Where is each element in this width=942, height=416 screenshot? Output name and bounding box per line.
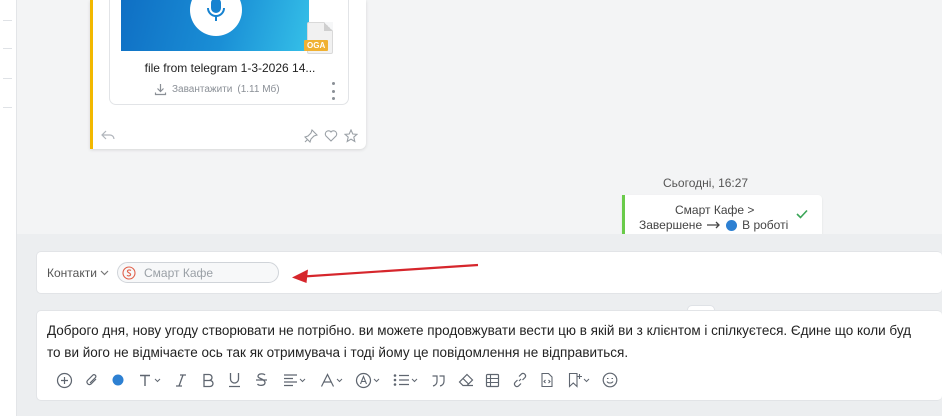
event-status-line: Завершене В роботі (639, 218, 788, 232)
recipient-chip[interactable]: Смарт Кафе (117, 262, 279, 283)
event-title[interactable]: Смарт Кафе > (675, 203, 754, 217)
file-size: (1.11 Мб) (237, 84, 280, 95)
quote-icon[interactable] (425, 369, 452, 391)
annotation-arrow-icon (292, 263, 479, 283)
strikethrough-icon[interactable] (248, 369, 275, 391)
left-rail (0, 0, 17, 416)
font-icon[interactable] (313, 369, 349, 391)
message-text-line: то ви його не відмічаєте ось так як отри… (47, 345, 629, 360)
eraser-icon[interactable] (452, 369, 479, 391)
message-text[interactable]: Доброго дня, нову угоду створювати не по… (47, 320, 942, 364)
font-style-icon[interactable] (349, 369, 385, 391)
pin-icon[interactable] (304, 129, 318, 143)
align-icon[interactable] (275, 369, 313, 391)
message-editor[interactable]: Доброго дня, нову угоду створювати не по… (36, 310, 942, 401)
link-icon[interactable] (506, 369, 533, 391)
rail-divider (3, 20, 12, 21)
file-attachment[interactable]: OGA file from telegram 1-3-2026 14... За… (109, 0, 349, 105)
file-more-menu-icon[interactable] (330, 82, 336, 100)
table-icon[interactable] (479, 369, 506, 391)
underline-icon[interactable] (221, 369, 248, 391)
plus-circle-icon[interactable] (51, 369, 78, 391)
reply-icon[interactable] (101, 129, 115, 141)
contact-source-icon (122, 265, 136, 280)
rail-divider (3, 107, 12, 108)
contacts-label: Контакти (47, 266, 97, 280)
date-separator: Сьогодні, 16:27 (663, 176, 749, 190)
rail-divider (3, 78, 12, 79)
star-icon[interactable] (344, 129, 358, 143)
recipient-chip-label: Смарт Кафе (144, 265, 214, 280)
like-icon[interactable] (324, 129, 338, 143)
message-text-line: Доброго дня, нову угоду створювати не по… (47, 323, 911, 338)
download-icon (154, 84, 167, 96)
recipients-bar: Контакти Смарт Кафе (36, 251, 942, 294)
list-icon[interactable] (385, 369, 425, 391)
microphone-icon (190, 0, 242, 36)
paperclip-icon[interactable] (78, 369, 105, 391)
formatting-toolbar (51, 369, 623, 391)
status-change-event: Смарт Кафе > Завершене В роботі (622, 195, 822, 235)
rail-divider (3, 48, 12, 49)
status-dot (726, 219, 738, 231)
emoji-icon[interactable] (596, 369, 623, 391)
file-download-link[interactable]: Завантажити (1.11 Мб) (154, 83, 280, 96)
text-color-icon[interactable] (105, 369, 131, 391)
file-type-icon: OGA (304, 22, 333, 54)
italic-icon[interactable] (167, 369, 194, 391)
bookmark-icon[interactable] (560, 369, 596, 391)
file-extension-label: OGA (304, 40, 329, 51)
event-to-status: В роботі (742, 218, 789, 232)
arrow-right-icon (707, 221, 721, 229)
text-size-icon[interactable] (131, 369, 167, 391)
message-card: OGA file from telegram 1-3-2026 14... За… (90, 0, 366, 149)
chevron-down-icon (100, 270, 109, 276)
event-from-status: Завершене (639, 218, 703, 232)
check-icon (796, 209, 808, 219)
download-label: Завантажити (172, 84, 233, 95)
contacts-dropdown[interactable]: Контакти (47, 266, 109, 280)
conversation-feed[interactable]: OGA file from telegram 1-3-2026 14... За… (17, 0, 942, 235)
bold-icon[interactable] (194, 369, 221, 391)
file-name: file from telegram 1-3-2026 14... (144, 61, 316, 75)
file-preview[interactable]: OGA (121, 0, 333, 54)
code-icon[interactable] (533, 369, 560, 391)
